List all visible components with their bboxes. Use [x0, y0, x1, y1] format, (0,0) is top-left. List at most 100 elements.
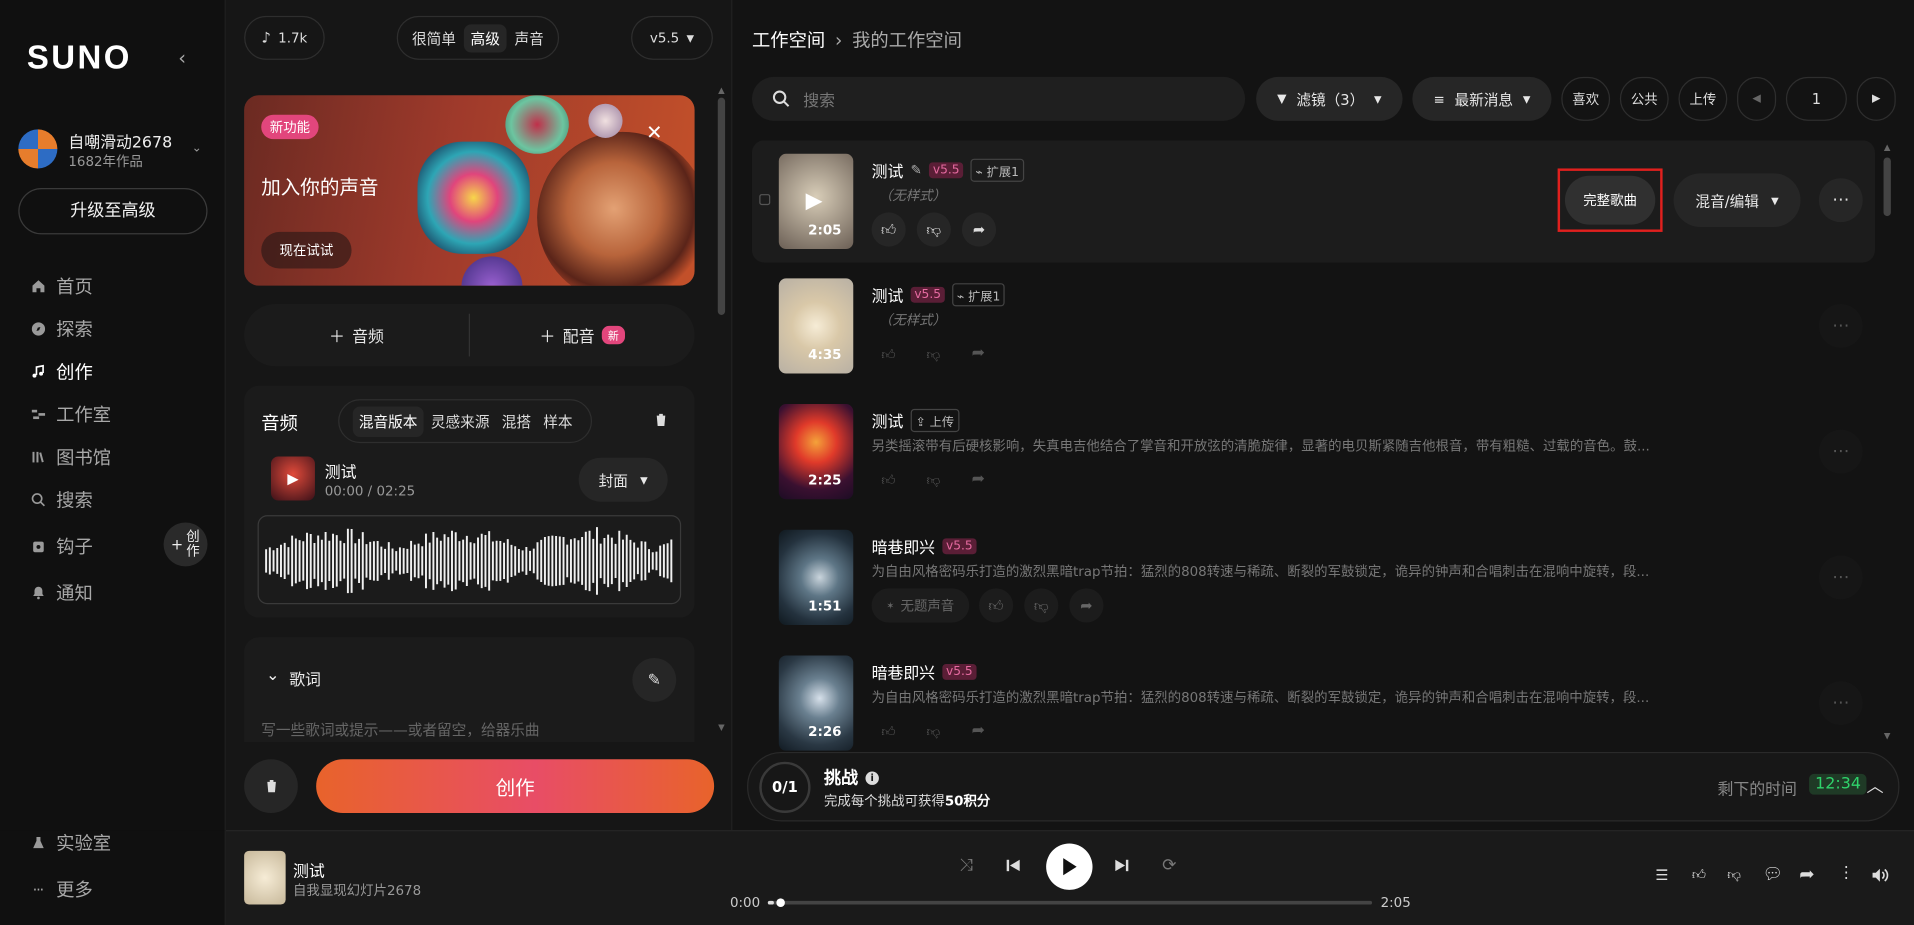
volume-icon[interactable]	[1870, 865, 1890, 885]
song-row[interactable]: 4:35 测试 v5.5 ⌁ 扩展1 （无样式） 👍︎ 👎︎ ➦ ⋯	[752, 266, 1875, 388]
waveform[interactable]	[257, 515, 682, 605]
filter-button[interactable]: ▼ 滤镜（3） ▼	[1256, 76, 1403, 121]
previous-icon[interactable]	[1003, 856, 1023, 876]
more-options-icon[interactable]: ⋯	[1818, 681, 1863, 726]
create-hook-button[interactable]: + 创作	[163, 522, 208, 567]
create-scrollbar[interactable]: ▲ ▼	[717, 85, 727, 732]
add-audio-button[interactable]: ＋ 音频	[244, 304, 469, 366]
more-options-icon[interactable]: ⋯	[1818, 555, 1863, 600]
track-play-button[interactable]: ▶	[270, 456, 315, 501]
like-icon[interactable]: 👍︎	[881, 724, 895, 740]
chevron-down-icon[interactable]: ⌄	[192, 142, 202, 155]
player-artist[interactable]: 自我显现幻灯片2678	[293, 880, 421, 900]
play-pause-button[interactable]	[1046, 843, 1093, 890]
sidebar-item-create[interactable]: 创作	[29, 359, 93, 385]
song-row[interactable]: ▶ 2:05 测试 ✎ v5.5 ⌁ 扩展1 （无样式） 👍︎ 👎︎ ➦ 完整歌…	[751, 140, 1875, 263]
lyrics-toggle[interactable]: ⌄ 歌词	[266, 667, 321, 690]
next-page-icon[interactable]: ▶	[1856, 76, 1896, 121]
dislike-icon[interactable]: 👎︎	[1727, 867, 1741, 883]
workspace-scrollbar[interactable]: ▲ ▼	[1881, 143, 1893, 741]
tab-mashup[interactable]: 混搭	[497, 406, 536, 437]
full-song-button[interactable]: 完整歌曲	[1564, 175, 1656, 225]
cover-select[interactable]: 封面 ▼	[578, 457, 668, 502]
suno-logo[interactable]: SUNO	[27, 39, 132, 77]
version-select[interactable]: v5.5 ▼	[631, 15, 713, 60]
sidebar-item-hooks[interactable]: 钩子	[29, 533, 93, 559]
add-voice-button[interactable]: ＋ 配音 新	[470, 304, 695, 366]
edit-icon[interactable]: ✎	[911, 162, 922, 178]
share-icon[interactable]: ➦	[1799, 863, 1814, 885]
song-title[interactable]: 测试	[872, 409, 904, 432]
tab-remix[interactable]: 混音版本	[352, 405, 424, 437]
challenge-bar[interactable]: 0/1 挑战 i 完成每个挑战可获得50积分 剩下的时间 12:34 ︿	[747, 751, 1900, 822]
song-row[interactable]: 2:25 测试 ⇪ 上传 另类摇滚带有后硬核影响，失真电吉他结合了掌音和开放弦的…	[752, 392, 1875, 514]
song-cover[interactable]: 2:26	[778, 655, 854, 751]
credits-badge[interactable]: ♪ 1.7k	[244, 15, 325, 60]
more-options-icon[interactable]: ⋯	[1818, 303, 1863, 348]
like-icon[interactable]: 👍︎	[979, 588, 1014, 623]
player-cover[interactable]	[244, 850, 286, 905]
sort-button[interactable]: ≡ 最新消息 ▼	[1412, 76, 1552, 121]
try-now-button[interactable]: 现在试试	[261, 231, 352, 269]
share-icon[interactable]: ➦	[972, 721, 985, 739]
song-row[interactable]: 2:26 暗巷即兴 v5.5 为自由风格密码乐打造的激烈黑暗trap节拍：猛烈的…	[752, 643, 1875, 751]
breadcrumb-root[interactable]: 工作空间	[752, 27, 825, 53]
lyrics-input[interactable]: 写一些歌词或提示——或者留空，给器乐曲	[261, 719, 539, 740]
song-cover[interactable]: 4:35	[778, 278, 854, 374]
prev-page-icon[interactable]: ◀	[1737, 76, 1777, 121]
clear-button[interactable]	[244, 759, 298, 813]
magic-wand-icon[interactable]: ✎	[632, 657, 677, 702]
mode-simple[interactable]: 很简单	[406, 24, 462, 52]
info-icon[interactable]: i	[865, 770, 879, 785]
close-icon[interactable]: ✕	[640, 120, 669, 149]
mode-voice[interactable]: 声音	[508, 24, 550, 52]
next-icon[interactable]	[1112, 856, 1132, 876]
create-button[interactable]: 创作	[316, 759, 715, 813]
upgrade-button[interactable]: 升级至高级	[18, 187, 208, 235]
play-icon[interactable]: ▶	[806, 188, 823, 214]
chip-uploads[interactable]: 上传	[1678, 76, 1728, 121]
share-icon[interactable]: ➦	[972, 470, 985, 488]
like-icon[interactable]: 👍︎	[871, 212, 906, 247]
dislike-icon[interactable]: 👎︎	[927, 347, 941, 363]
sidebar-item-studio[interactable]: 工作室	[29, 402, 111, 428]
dislike-icon[interactable]: 👎︎	[916, 212, 951, 247]
song-cover[interactable]: ▶ 2:05	[778, 153, 854, 250]
chevron-up-icon[interactable]: ︿	[1866, 774, 1883, 798]
breadcrumb-current[interactable]: 我的工作空间	[852, 27, 962, 53]
promo-banner[interactable]: 新功能 加入你的声音 现在试试 ✕	[244, 95, 695, 286]
trash-icon[interactable]	[654, 413, 667, 428]
user-name[interactable]: 自嘲滑动2678	[68, 129, 172, 152]
more-options-icon[interactable]: ⋯	[1818, 429, 1863, 474]
collapse-sidebar-icon[interactable]: ‹	[178, 46, 186, 69]
dislike-icon[interactable]: 👎︎	[927, 472, 941, 488]
dislike-icon[interactable]: 👎︎	[927, 724, 941, 740]
shuffle-icon[interactable]: ⤨	[959, 856, 973, 876]
sidebar-item-more[interactable]: ··· 更多	[29, 876, 93, 902]
share-icon[interactable]: ➦	[1069, 588, 1104, 623]
like-icon[interactable]: 👍︎	[881, 472, 895, 488]
tab-inspiration[interactable]: 灵感来源	[426, 406, 494, 437]
sidebar-item-library[interactable]: 图书馆	[29, 444, 111, 470]
dislike-icon[interactable]: 👎︎	[1024, 588, 1059, 623]
extend-tag[interactable]: ⌁ 扩展1	[970, 158, 1024, 182]
song-title[interactable]: 测试	[872, 159, 904, 182]
song-title[interactable]: 暗巷即兴	[872, 660, 935, 683]
song-cover[interactable]: 2:25	[778, 404, 854, 500]
sidebar-item-labs[interactable]: 实验室	[29, 830, 111, 856]
remix-edit-button[interactable]: 混音/编辑 ▼	[1673, 173, 1801, 228]
sidebar-item-home[interactable]: 首页	[29, 273, 93, 299]
untitled-voice-tag[interactable]: ✶ 无题声音	[871, 588, 969, 623]
song-row[interactable]: 1:51 暗巷即兴 v5.5 为自由风格密码乐打造的激烈黑暗trap节拍：猛烈的…	[752, 518, 1875, 640]
seek-bar[interactable]	[767, 898, 1373, 907]
player-title[interactable]: 测试	[293, 858, 325, 881]
like-icon[interactable]: 👍︎	[881, 347, 895, 363]
song-cover[interactable]: 1:51	[778, 529, 854, 625]
page-number[interactable]: 1	[1785, 76, 1847, 121]
repeat-icon[interactable]: ⟳	[1162, 856, 1176, 876]
queue-icon[interactable]: ☰	[1655, 867, 1668, 884]
song-title[interactable]: 测试	[872, 283, 904, 306]
sidebar-item-explore[interactable]: 探索	[29, 316, 93, 342]
like-icon[interactable]: 👍︎	[1692, 867, 1706, 883]
more-options-icon[interactable]: ⋯	[1818, 178, 1863, 223]
